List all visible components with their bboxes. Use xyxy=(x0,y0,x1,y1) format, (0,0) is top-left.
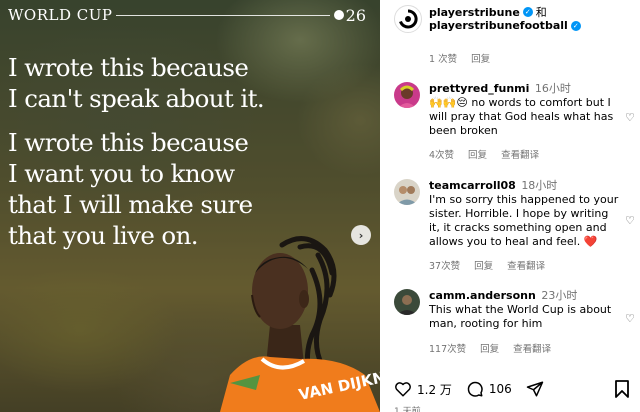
heart-icon[interactable] xyxy=(394,380,412,398)
next-image-button[interactable]: › xyxy=(351,225,371,245)
brand-title: WORLD CUP xyxy=(8,6,113,24)
quote-line: I wrote this because xyxy=(8,128,249,157)
brand-divider xyxy=(116,14,330,16)
brand-mark: 26 xyxy=(333,5,366,25)
comment-group: 106 xyxy=(466,380,512,398)
avatar-image xyxy=(394,179,420,205)
comment-body: prettyred_funmi 16小时 🙌🙌😔 no words to com… xyxy=(429,82,621,138)
header-line-2: playerstribunefootball ✓ xyxy=(429,19,581,32)
caption-meta: 1 次赞 回复 xyxy=(429,51,490,65)
account-username[interactable]: playerstribune xyxy=(429,6,520,19)
comment-bubble-icon[interactable] xyxy=(466,380,484,398)
comment-meta: 4次赞 回复 查看翻译 xyxy=(429,147,539,161)
comment-username[interactable]: camm.andersonn xyxy=(429,289,536,302)
like-heart-icon[interactable]: ♡ xyxy=(625,112,637,124)
account-avatar[interactable] xyxy=(394,5,422,33)
comment-text: This what the World Cup is about man, ro… xyxy=(429,303,612,330)
collab-username[interactable]: playerstribunefootball xyxy=(429,19,568,32)
comment-like-count[interactable]: 117次赞 xyxy=(429,341,466,355)
post-comment-count[interactable]: 106 xyxy=(489,382,512,396)
quote-block-1: I wrote this because I can't speak about… xyxy=(8,52,265,114)
reply-button[interactable]: 回复 xyxy=(468,147,487,161)
post-like-count[interactable]: 1.2 万 xyxy=(417,381,452,398)
verified-badge-icon: ✓ xyxy=(570,20,581,31)
comment-meta: 37次赞 回复 查看翻译 xyxy=(429,258,545,272)
players-tribune-logo-icon xyxy=(399,9,418,29)
translate-button[interactable]: 查看翻译 xyxy=(513,341,551,355)
comment-like-count[interactable]: 37次赞 xyxy=(429,258,460,272)
comment-meta: 117次赞 回复 查看翻译 xyxy=(429,341,551,355)
comment-username[interactable]: teamcarroll08 xyxy=(429,179,516,192)
comment-time: 18小时 xyxy=(521,179,558,192)
quote-line: that I will make sure xyxy=(8,190,253,219)
header-and: 和 xyxy=(535,6,547,19)
comment-body: camm.andersonn 23小时 This what the World … xyxy=(429,289,621,331)
header-line-1: playerstribune ✓ 和 xyxy=(429,4,547,20)
quote-line: I can't speak about it. xyxy=(8,84,265,113)
share-icon[interactable] xyxy=(526,380,544,398)
comment-text: I'm so sorry this happened to your siste… xyxy=(429,193,619,248)
avatar[interactable] xyxy=(394,82,420,108)
translate-button[interactable]: 查看翻译 xyxy=(507,258,545,272)
verified-badge-icon: ✓ xyxy=(522,7,533,17)
like-count[interactable]: 1 次赞 xyxy=(429,51,457,65)
avatar-image xyxy=(394,82,420,108)
comment-text: 🙌🙌😔 no words to comfort but I will pray … xyxy=(429,96,614,137)
like-heart-icon[interactable]: ♡ xyxy=(625,313,637,325)
like-group: 1.2 万 xyxy=(394,380,452,398)
comment-body: teamcarroll08 18小时 I'm so sorry this hap… xyxy=(429,179,621,249)
comment-time: 16小时 xyxy=(534,82,571,95)
comment-time: 23小时 xyxy=(541,289,578,302)
avatar[interactable] xyxy=(394,179,420,205)
comment-username[interactable]: prettyred_funmi xyxy=(429,82,529,95)
reply-button[interactable]: 回复 xyxy=(474,258,493,272)
quote-line: I wrote this because xyxy=(8,53,249,82)
avatar-image xyxy=(394,289,420,315)
chevron-right-icon: › xyxy=(358,228,364,242)
translate-button[interactable]: 查看翻译 xyxy=(501,147,539,161)
comments-pane: playerstribune ✓ 和 playerstribunefootbal… xyxy=(380,0,640,412)
post-header: playerstribune ✓ 和 playerstribunefootbal… xyxy=(380,0,640,40)
post-time-ago: 1 天前 xyxy=(394,407,421,412)
brand-mark-number: 26 xyxy=(345,5,366,25)
post-action-bar: 1.2 万 106 xyxy=(394,378,630,400)
quote-line: I want you to know xyxy=(8,159,235,188)
brand-header: WORLD CUP 26 xyxy=(8,5,366,25)
ball-icon xyxy=(333,10,344,20)
avatar[interactable] xyxy=(394,289,420,315)
bookmark-icon[interactable] xyxy=(614,380,630,398)
post-image[interactable]: WORLD CUP 26 I wrote this because I can'… xyxy=(0,0,380,412)
player-photo: VAN DIJKN xyxy=(220,236,380,412)
comment-like-count[interactable]: 4次赞 xyxy=(429,147,454,161)
reply-button[interactable]: 回复 xyxy=(480,341,499,355)
reply-button[interactable]: 回复 xyxy=(471,51,490,65)
like-heart-icon[interactable]: ♡ xyxy=(625,215,637,227)
